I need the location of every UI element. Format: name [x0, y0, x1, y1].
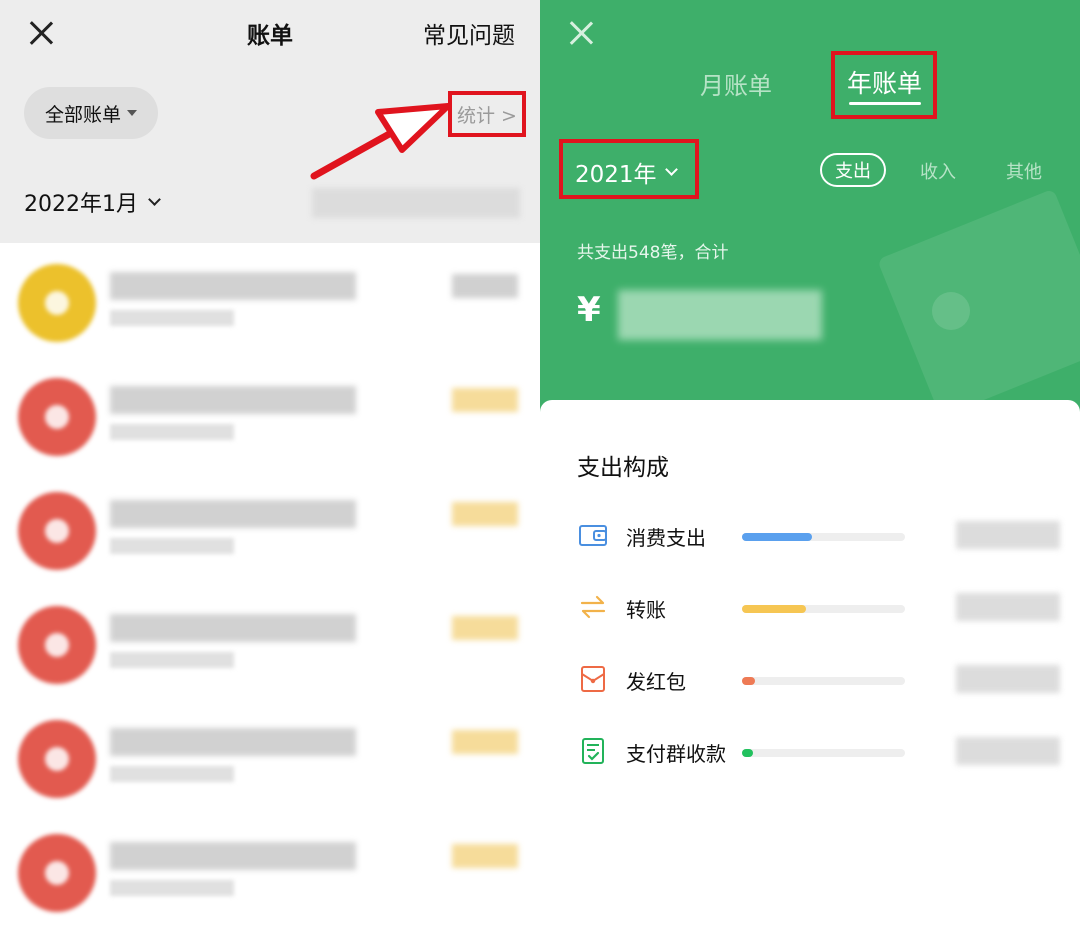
transaction-name-redacted [110, 500, 356, 528]
currency-symbol: ¥ [577, 290, 601, 330]
red-envelope-icon [18, 720, 96, 798]
decorative-card [877, 188, 1080, 418]
category-progress-track [742, 605, 905, 613]
chevron-down-icon [664, 162, 678, 176]
transfer-arrows-icon [578, 592, 608, 622]
expense-summary-text: 共支出548笔，合计 [577, 243, 729, 263]
transaction-time-redacted [110, 652, 234, 668]
transaction-time-redacted [110, 424, 234, 440]
category-label: 发红包 [626, 670, 686, 694]
red-envelope-icon [18, 378, 96, 456]
category-progress-track [742, 749, 905, 757]
transaction-name-redacted [110, 842, 356, 870]
red-envelope-icon [18, 606, 96, 684]
transaction-name-redacted [110, 386, 356, 414]
caret-down-icon [127, 110, 137, 116]
type-other-chip[interactable]: 其他 [1006, 158, 1042, 184]
category-progress-track [742, 533, 905, 541]
transaction-time-redacted [110, 766, 234, 782]
year-label: 2021年 [575, 162, 657, 188]
category-label: 转账 [626, 598, 666, 622]
type-expense-chip[interactable]: 支出 [820, 153, 886, 187]
category-row[interactable]: 发红包 [540, 660, 1080, 700]
month-summary-redacted [312, 188, 520, 218]
category-amount-redacted [956, 665, 1060, 693]
category-progress-fill [742, 533, 813, 541]
transaction-row[interactable] [0, 360, 540, 472]
red-packet-icon [578, 664, 608, 694]
transaction-name-redacted [110, 272, 356, 300]
transaction-time-redacted [110, 538, 234, 554]
transaction-row[interactable] [0, 588, 540, 700]
category-label: 支付群收款 [626, 742, 726, 766]
bill-header-area: 账单 常见问题 全部账单 统计 > 2022年1月 [0, 0, 540, 243]
decorative-circle [932, 292, 970, 330]
annual-bill-screen: 月账单 年账单 2021年 支出 收入 其他 共支出548笔，合计 ¥ 支出构成… [540, 0, 1080, 932]
red-envelope-icon [18, 492, 96, 570]
transaction-amount-redacted [452, 388, 518, 412]
category-progress-fill [742, 677, 756, 685]
stats-label: 统计 > [457, 104, 517, 127]
category-row[interactable]: 转账 [540, 588, 1080, 628]
active-tab-underline [849, 102, 921, 105]
category-progress-fill [742, 749, 754, 757]
bill-filter-label: 全部账单 [44, 103, 121, 126]
tab-monthly-bill[interactable]: 月账单 [700, 66, 772, 101]
bill-filter-dropdown[interactable]: 全部账单 [24, 87, 158, 139]
stats-link[interactable]: 统计 > [448, 91, 526, 137]
month-label: 2022年1月 [24, 192, 138, 217]
transaction-row[interactable] [0, 246, 540, 358]
bill-list-screen: 账单 常见问题 全部账单 统计 > 2022年1月 [0, 0, 540, 932]
category-progress-fill [742, 605, 806, 613]
category-amount-redacted [956, 737, 1060, 765]
red-arrow-annotation [310, 103, 450, 180]
tab-annual-bill[interactable]: 年账单 [847, 64, 922, 100]
wallet-icon [578, 520, 608, 550]
close-icon[interactable] [568, 20, 594, 46]
transaction-amount-redacted [452, 844, 518, 868]
breakdown-title: 支出构成 [577, 455, 669, 481]
category-progress-track [742, 677, 905, 685]
group-payment-icon [578, 736, 608, 766]
transaction-row[interactable] [0, 474, 540, 586]
transaction-name-redacted [110, 614, 356, 642]
category-row[interactable]: 消费支出 [540, 516, 1080, 556]
red-envelope-icon [18, 834, 96, 912]
chevron-down-icon [148, 192, 161, 206]
transaction-amount-redacted [452, 616, 518, 640]
transaction-row[interactable] [0, 816, 540, 928]
transaction-time-redacted [110, 310, 234, 326]
transaction-time-redacted [110, 880, 234, 896]
transaction-amount-redacted [452, 502, 518, 526]
expense-breakdown-card: 支出构成 消费支出转账发红包支付群收款 [540, 400, 1080, 932]
category-amount-redacted [956, 521, 1060, 549]
month-selector[interactable]: 2022年1月 [24, 186, 161, 218]
transaction-amount-redacted [452, 730, 518, 754]
transaction-amount-redacted [452, 274, 518, 298]
yellow-merchant-icon [18, 264, 96, 342]
category-label: 消费支出 [626, 526, 706, 550]
type-income-chip[interactable]: 收入 [920, 158, 956, 184]
year-selector[interactable]: 2021年 [575, 155, 678, 189]
total-amount-redacted [618, 290, 822, 340]
faq-link[interactable]: 常见问题 [423, 16, 515, 50]
transaction-row[interactable] [0, 702, 540, 814]
transaction-name-redacted [110, 728, 356, 756]
category-row[interactable]: 支付群收款 [540, 732, 1080, 772]
category-amount-redacted [956, 593, 1060, 621]
